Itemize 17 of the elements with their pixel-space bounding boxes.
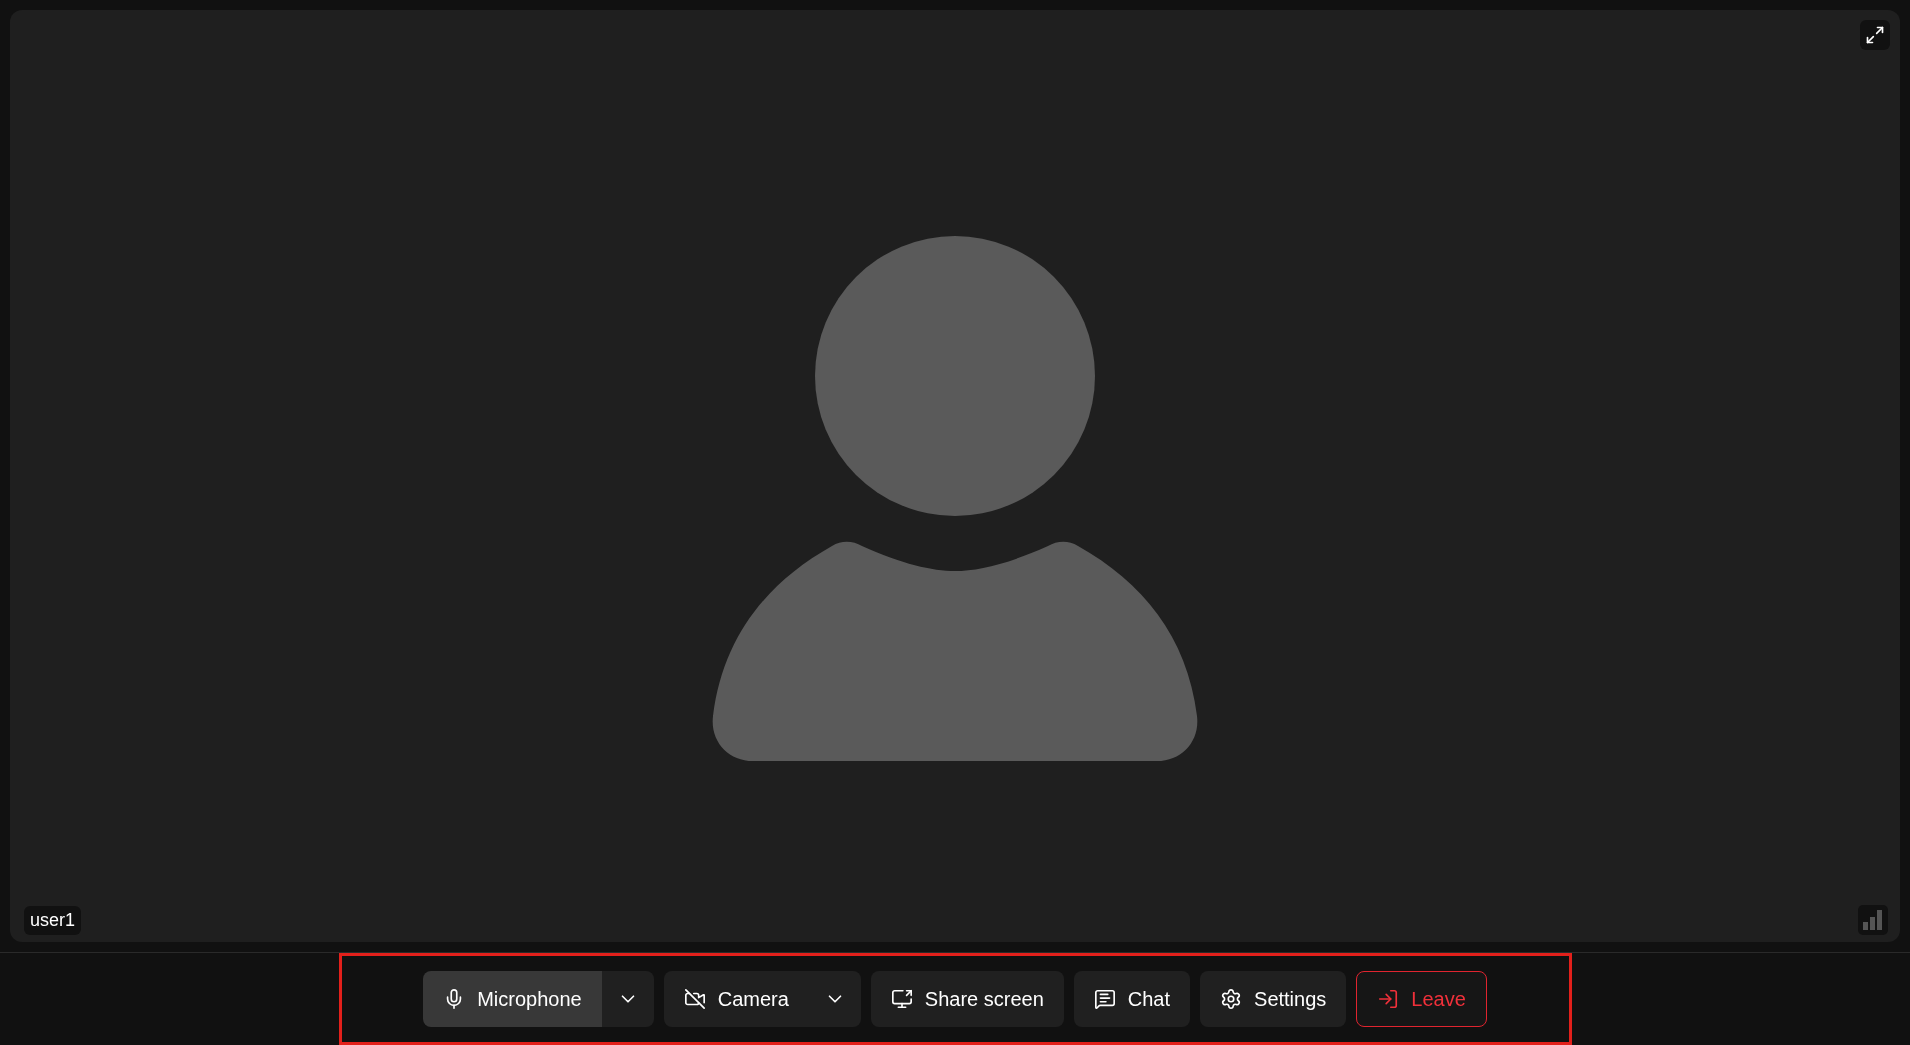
participant-name: user1 (24, 906, 82, 935)
expand-icon (1865, 25, 1885, 45)
share-screen-icon (890, 988, 913, 1010)
chat-icon (1093, 988, 1116, 1010)
camera-button[interactable]: Camera (663, 971, 809, 1027)
menu-toggle-button[interactable] (808, 971, 861, 1027)
menu-toggle-button[interactable] (601, 971, 654, 1027)
settings-button[interactable]: Settings (1200, 971, 1347, 1027)
signal-strength-icon (1858, 905, 1888, 935)
fullscreen-button[interactable] (1860, 20, 1890, 50)
settings-icon (1220, 988, 1243, 1010)
microphone-button[interactable]: Microphone (423, 971, 602, 1027)
leave-icon (1377, 988, 1400, 1010)
leave-button[interactable]: Leave (1356, 971, 1487, 1027)
chat-button[interactable]: Chat (1073, 971, 1191, 1027)
camera-off-icon (683, 988, 706, 1010)
share-button[interactable]: Share screen (870, 971, 1064, 1027)
